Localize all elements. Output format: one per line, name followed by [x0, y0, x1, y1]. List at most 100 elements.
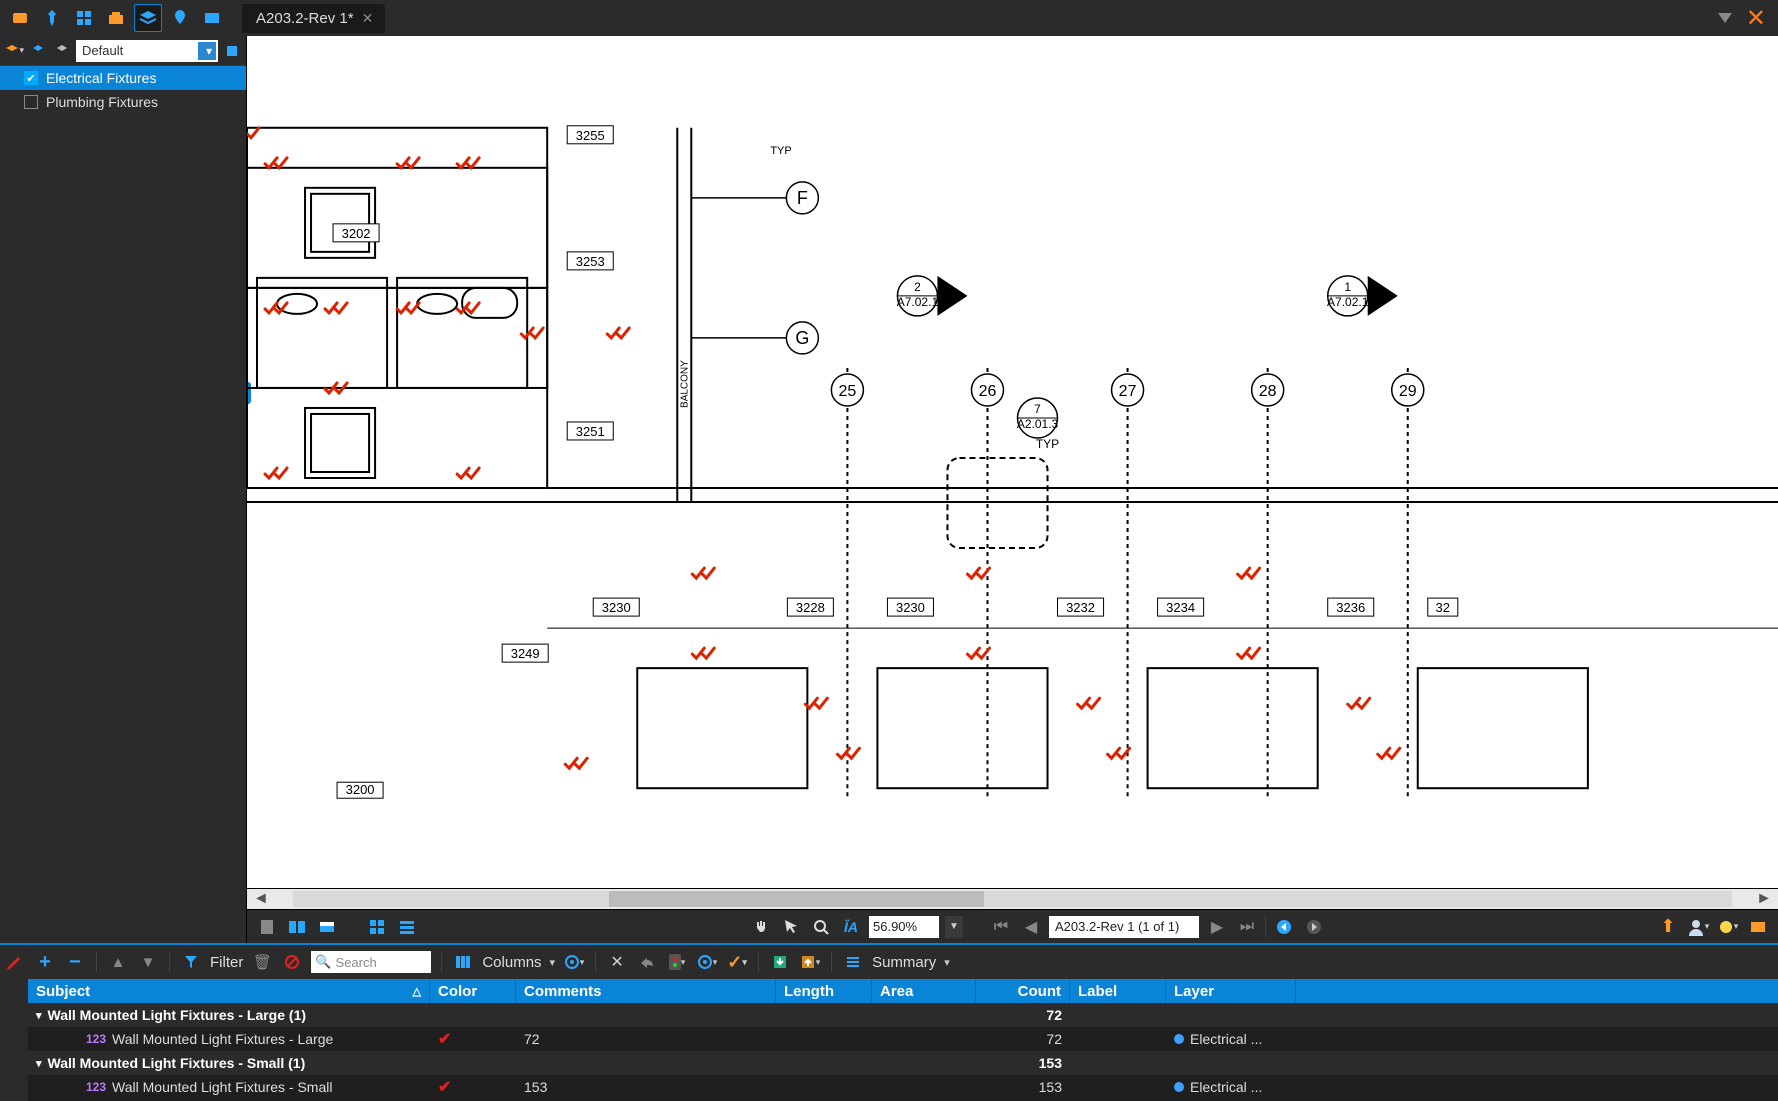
dimmer-icon[interactable]: ▾ — [1716, 915, 1740, 939]
manage-columns-icon[interactable]: ▾ — [563, 951, 585, 973]
import-icon[interactable] — [769, 951, 791, 973]
svg-text:26: 26 — [979, 383, 997, 400]
svg-text:3249: 3249 — [511, 646, 540, 661]
summary-label[interactable]: Summary — [872, 954, 936, 971]
presentation-icon[interactable] — [1746, 915, 1770, 939]
expand-icon[interactable]: ▼ — [137, 951, 159, 973]
drawing-canvas[interactable]: F G 25 26 27 28 29 2A7.02.1 1A7.02.1 — [247, 36, 1778, 889]
select-icon[interactable] — [779, 915, 803, 939]
col-length[interactable]: Length — [776, 979, 872, 1003]
svg-text:3253: 3253 — [576, 254, 605, 269]
balcony-label: BALCONY — [679, 360, 690, 408]
export-icon[interactable]: ▾ — [799, 951, 821, 973]
layer-visibility-icon[interactable] — [1174, 1082, 1184, 1092]
next-page-icon[interactable]: ▶ — [1205, 915, 1229, 939]
zoom-level[interactable]: 56.90% — [869, 916, 939, 938]
first-page-icon[interactable]: ⏮ — [989, 915, 1013, 939]
svg-text:25: 25 — [838, 383, 856, 400]
columns-label[interactable]: Columns — [482, 954, 541, 971]
col-label[interactable]: Label — [1070, 979, 1166, 1003]
no-filter-icon[interactable] — [281, 951, 303, 973]
pushpin-icon[interactable] — [38, 4, 66, 32]
sync-up-icon[interactable]: ⬆ — [1656, 915, 1680, 939]
search-placeholder: Search — [336, 955, 377, 970]
settings-icon[interactable]: ▾ — [696, 951, 718, 973]
list-view-icon[interactable] — [395, 915, 419, 939]
layers-list: ✔ Electrical Fixtures Plumbing Fixtures — [0, 66, 246, 943]
document-tab[interactable]: A203.2-Rev 1* ✕ — [242, 4, 385, 33]
single-page-icon[interactable] — [255, 915, 279, 939]
collapse-icon[interactable]: ▲ — [107, 951, 129, 973]
col-layer[interactable]: Layer — [1166, 979, 1296, 1003]
layer-item[interactable]: ✔ Electrical Fixtures — [0, 66, 246, 90]
profile-menu-icon[interactable] — [222, 41, 242, 61]
studio-icon[interactable] — [198, 4, 226, 32]
layers-icon[interactable] — [134, 4, 162, 32]
last-page-icon[interactable]: ⏭ — [1235, 915, 1259, 939]
col-subject[interactable]: Subject△ — [28, 979, 430, 1003]
add-layer-icon[interactable] — [28, 41, 48, 61]
checkmark-icon[interactable]: ✓▾ — [726, 951, 748, 973]
grid-bubble: F — [691, 182, 818, 214]
places-icon[interactable] — [166, 4, 194, 32]
zoom-dropdown-icon[interactable]: ▼ — [945, 916, 963, 938]
document-nav[interactable]: A203.2-Rev 1 (1 of 1) — [1049, 916, 1199, 938]
close-icon[interactable]: ✕ — [362, 10, 374, 27]
svg-text:1: 1 — [1344, 280, 1351, 294]
layer-label: Electrical Fixtures — [46, 70, 156, 86]
markups-rows: ▾Wall Mounted Light Fixtures - Large (1)… — [28, 1003, 1778, 1101]
profile-select[interactable]: Default — [76, 40, 218, 62]
summary-view-icon[interactable] — [842, 951, 864, 973]
grid-view-icon[interactable] — [365, 915, 389, 939]
visibility-checkbox[interactable]: ✔ — [24, 71, 38, 85]
close-all-icon[interactable]: ✕ — [1746, 4, 1766, 33]
document-tabbar: A203.2-Rev 1* ✕ ✕ — [232, 0, 1778, 36]
markup-item[interactable]: 123Wall Mounted Light Fixtures - Small ✔… — [28, 1075, 1778, 1099]
grid-bubble: G — [691, 322, 818, 354]
overlay-icon[interactable] — [315, 915, 339, 939]
delete-layer-icon[interactable] — [52, 41, 72, 61]
search-input[interactable]: 🔍 Search — [311, 951, 431, 973]
markups-panel: + − ▲ ▼ Filter 🗑 🔍 Search Columns▾ ▾ — [0, 943, 1778, 1101]
add-icon[interactable]: + — [34, 951, 56, 973]
markup-pen-icon[interactable] — [2, 951, 26, 975]
markup-group[interactable]: ▾Wall Mounted Light Fixtures - Small (1)… — [28, 1051, 1778, 1075]
scrollbar-thumb[interactable] — [609, 891, 983, 907]
toolchest-icon[interactable] — [102, 4, 130, 32]
remove-icon[interactable]: − — [64, 951, 86, 973]
layer-config-icon[interactable]: ▾ — [4, 41, 24, 61]
layer-visibility-icon[interactable] — [1174, 1034, 1184, 1044]
svg-text:3200: 3200 — [346, 782, 375, 797]
svg-text:28: 28 — [1259, 383, 1277, 400]
prev-page-icon[interactable]: ◀ — [1019, 915, 1043, 939]
next-view-icon[interactable] — [1302, 915, 1326, 939]
reply-icon[interactable] — [636, 951, 658, 973]
compare-icon[interactable] — [285, 915, 309, 939]
status-icon[interactable]: ▾ — [666, 951, 688, 973]
prev-view-icon[interactable] — [1272, 915, 1296, 939]
col-comments[interactable]: Comments — [516, 979, 776, 1003]
text-select-icon[interactable]: ĬA — [839, 915, 863, 939]
col-area[interactable]: Area — [872, 979, 976, 1003]
file-access-icon[interactable] — [6, 4, 34, 32]
columns-icon[interactable] — [452, 951, 474, 973]
filter-icon[interactable] — [180, 951, 202, 973]
typ-note: TYP — [770, 145, 791, 157]
delete-markup-icon[interactable]: ✕ — [606, 951, 628, 973]
clear-filter-icon[interactable]: 🗑 — [251, 951, 273, 973]
visibility-checkbox[interactable] — [24, 95, 38, 109]
svg-text:A2.01.3: A2.01.3 — [1017, 417, 1059, 431]
document-view: F G 25 26 27 28 29 2A7.02.1 1A7.02.1 — [247, 36, 1778, 943]
layer-item[interactable]: Plumbing Fixtures — [0, 90, 246, 114]
markup-item[interactable]: 123Wall Mounted Light Fixtures - Large ✔… — [28, 1027, 1778, 1051]
horizontal-scrollbar[interactable]: ◄ ► — [247, 889, 1778, 909]
col-count[interactable]: Count — [976, 979, 1070, 1003]
markup-group[interactable]: ▾Wall Mounted Light Fixtures - Large (1)… — [28, 1003, 1778, 1027]
zoom-icon[interactable] — [809, 915, 833, 939]
thumbnails-icon[interactable] — [70, 4, 98, 32]
detail-ref: 7A2.01.3TYP — [1017, 398, 1059, 451]
tab-menu-dropdown-icon[interactable] — [1718, 13, 1732, 23]
pan-icon[interactable] — [749, 915, 773, 939]
col-color[interactable]: Color — [430, 979, 516, 1003]
user-icon[interactable]: ▾ — [1686, 915, 1710, 939]
